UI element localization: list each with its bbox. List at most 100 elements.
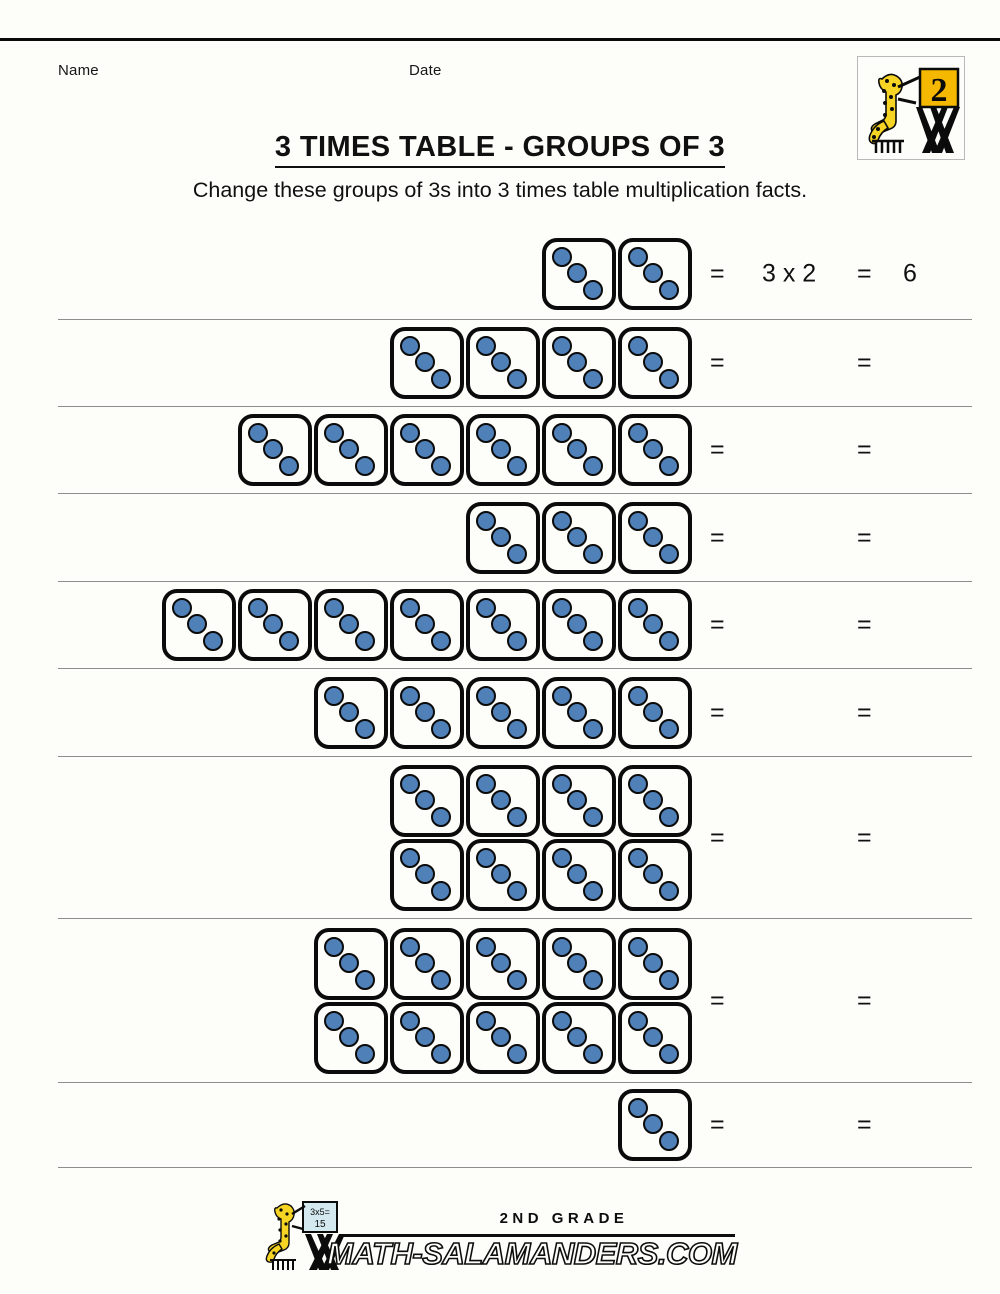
domino-dot	[415, 614, 435, 634]
domino-line	[465, 501, 693, 575]
domino-dot	[415, 352, 435, 372]
domino-tile	[542, 237, 616, 310]
problem-list: = 3 x 2 = 6 = = = = = = = = = = = = = = = =	[0, 228, 1000, 1168]
domino-dot	[400, 1010, 420, 1031]
domino-tile	[542, 327, 616, 399]
equals-sign-first: =	[710, 698, 725, 726]
domino-dot	[324, 1010, 344, 1031]
domino-tile	[466, 414, 540, 486]
domino-dot	[400, 936, 420, 957]
domino-dot	[476, 773, 496, 794]
domino-dot	[279, 631, 299, 651]
domino-tile	[618, 838, 692, 911]
domino-tile	[618, 327, 692, 399]
domino-dot	[659, 1043, 679, 1064]
domino-tile	[618, 237, 692, 310]
domino-dot	[476, 685, 496, 706]
domino-dot	[324, 598, 344, 618]
domino-dot	[643, 526, 663, 547]
domino-tile	[390, 764, 464, 837]
domino-tile	[542, 414, 616, 486]
domino-dot	[431, 631, 451, 651]
page-title: 3 TIMES TABLE - GROUPS OF 3	[0, 131, 1000, 169]
domino-dot	[248, 423, 268, 443]
domino-dot	[187, 614, 207, 634]
domino-dot	[279, 456, 299, 476]
domino-tile	[314, 589, 388, 661]
domino-dot	[415, 863, 435, 884]
domino-tile	[238, 414, 312, 486]
domino-dot	[355, 718, 375, 739]
domino-dot	[491, 1026, 511, 1047]
domino-tile	[618, 676, 692, 749]
domino-dot	[339, 1026, 359, 1047]
domino-dot	[324, 936, 344, 957]
equals-sign-second: =	[857, 823, 872, 851]
domino-line	[541, 237, 693, 311]
date-field-label: Date	[409, 62, 442, 79]
domino-dot	[431, 456, 451, 476]
domino-dot	[659, 806, 679, 827]
domino-dot	[628, 936, 648, 957]
domino-line	[389, 764, 693, 838]
domino-dot	[659, 969, 679, 990]
domino-dot	[659, 631, 679, 651]
domino-tile	[390, 327, 464, 399]
equals-sign-second: =	[857, 523, 872, 551]
domino-tile	[466, 589, 540, 661]
footer-site-text: MATH-SALAMANDERS.COM	[326, 1235, 738, 1272]
domino-dot	[431, 880, 451, 901]
domino-dot	[583, 543, 603, 564]
domino-dot	[507, 880, 527, 901]
multiplication-fact-answer[interactable]: 3 x 2	[762, 259, 816, 288]
rule-left-inset	[0, 1165, 58, 1168]
domino-tile	[314, 414, 388, 486]
domino-line	[161, 588, 693, 662]
domino-dot	[659, 279, 679, 300]
equals-sign-first: =	[710, 823, 725, 851]
domino-tile	[618, 1001, 692, 1074]
domino-dot	[507, 806, 527, 827]
domino-dot	[431, 369, 451, 389]
domino-dot	[659, 369, 679, 389]
domino-dot	[659, 880, 679, 901]
domino-dot	[400, 773, 420, 794]
equals-sign-first: =	[710, 986, 725, 1014]
equals-sign-second: =	[857, 435, 872, 464]
domino-tile	[542, 676, 616, 749]
domino-tile	[314, 927, 388, 1000]
equals-sign-first: =	[710, 610, 725, 639]
domino-tile	[390, 927, 464, 1000]
domino-tile	[390, 589, 464, 661]
domino-tile	[466, 764, 540, 837]
domino-dot	[583, 880, 603, 901]
domino-dot	[643, 863, 663, 884]
footer-grade-text: 2ND GRADE	[499, 1210, 629, 1227]
domino-dot	[567, 952, 587, 973]
top-border-rule	[0, 38, 1000, 41]
equals-sign-second: =	[857, 698, 872, 726]
domino-line	[313, 1001, 693, 1075]
domino-dot	[355, 969, 375, 990]
domino-dot	[583, 718, 603, 739]
domino-dot	[476, 936, 496, 957]
domino-dot	[324, 423, 344, 443]
domino-dot	[415, 789, 435, 810]
domino-dot	[567, 863, 587, 884]
equals-sign-first: =	[710, 523, 725, 551]
domino-tile	[466, 327, 540, 399]
equals-sign-second: =	[857, 259, 872, 287]
equals-sign-first: =	[710, 435, 725, 464]
domino-group	[0, 320, 693, 406]
domino-tile	[542, 838, 616, 911]
domino-group	[0, 407, 693, 493]
domino-dot	[643, 1026, 663, 1047]
domino-dot	[491, 526, 511, 547]
product-answer[interactable]: 6	[903, 259, 917, 288]
domino-dot	[476, 423, 496, 443]
domino-dot	[643, 262, 663, 283]
problem-row: = =	[0, 407, 1000, 494]
equals-sign-second: =	[857, 610, 872, 639]
domino-dot	[552, 773, 572, 794]
domino-dot	[400, 598, 420, 618]
